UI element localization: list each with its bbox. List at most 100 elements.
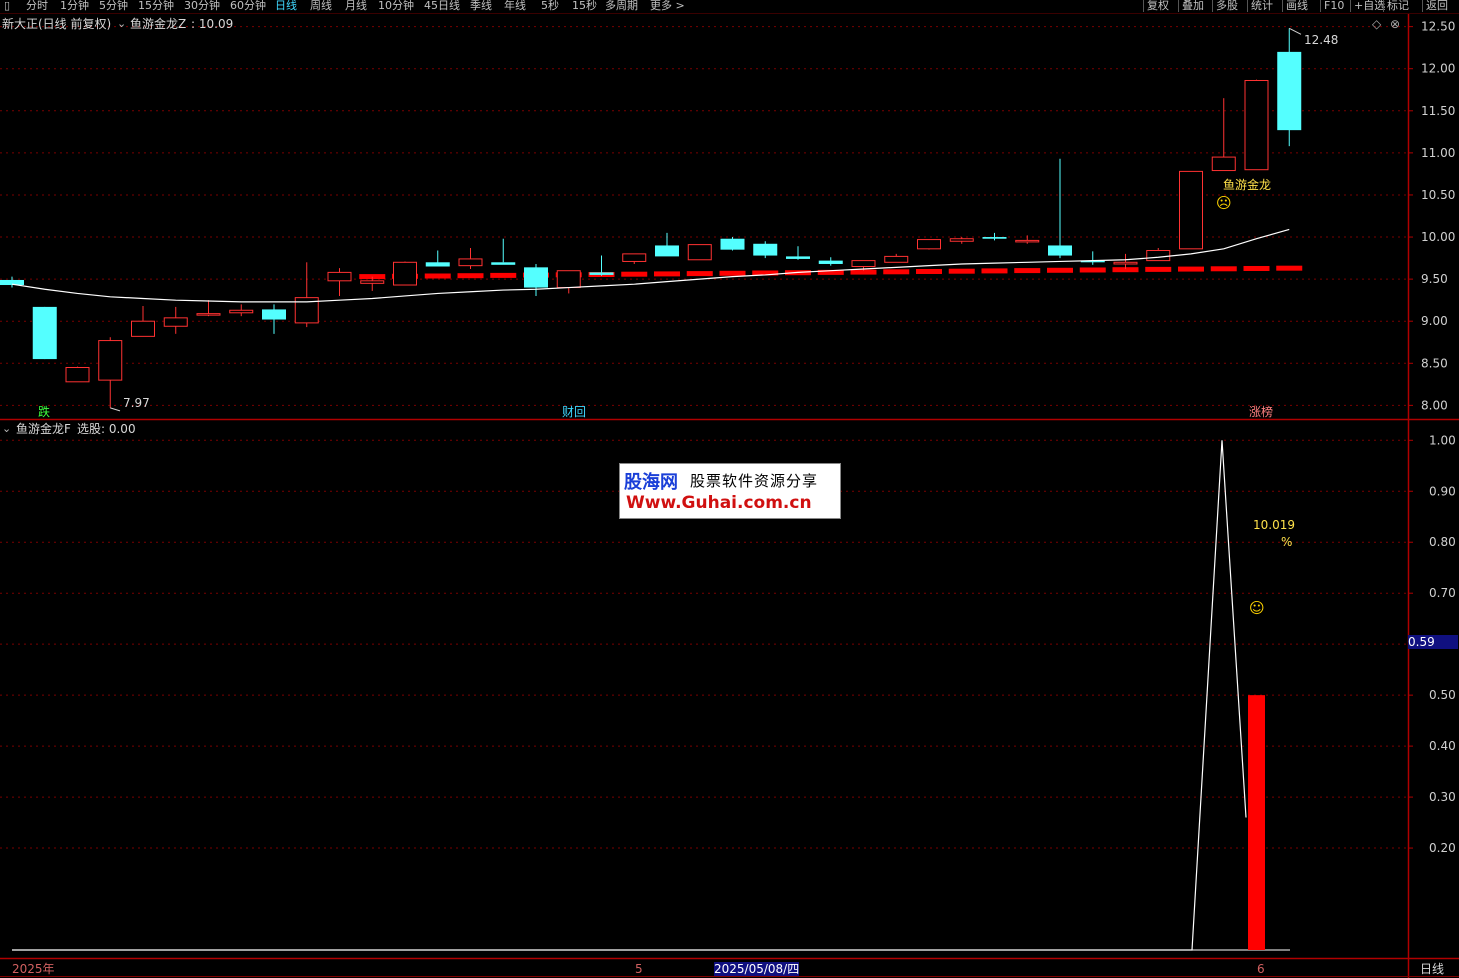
- support-segment-31: [1014, 268, 1041, 274]
- chevron-down-icon[interactable]: ⌄: [117, 17, 126, 31]
- candle-body-10: [327, 271, 352, 282]
- candle-body-4: [131, 320, 155, 337]
- y-tick-label-main-9: 12.50: [1421, 20, 1455, 34]
- candle-body-24: [786, 256, 810, 259]
- candle-body-7: [229, 309, 254, 314]
- candle-body-16: [524, 267, 548, 288]
- signal-bar: [1248, 695, 1265, 950]
- indicator-value: : 10.09: [191, 17, 234, 31]
- y-tick-label-main-4: 10.00: [1421, 230, 1455, 244]
- candle-body-36: [1179, 170, 1203, 250]
- watermark-url: Www.Guhai.com.cn: [626, 493, 812, 513]
- y-tick-label-main-6: 11.00: [1421, 146, 1455, 160]
- y-tick-label-main-3: 9.50: [1421, 272, 1448, 286]
- candle-body-18: [589, 272, 614, 275]
- y-tick-label-sub-3: 0.50: [1429, 688, 1456, 702]
- candle-body-29: [949, 238, 974, 242]
- candle-body-26: [851, 260, 876, 268]
- y-tick-label-sub-2: 0.40: [1429, 739, 1456, 753]
- candle-body-23: [753, 243, 778, 256]
- watermark-slogan: 股票软件资源分享: [690, 472, 819, 490]
- support-segment-33: [1079, 267, 1106, 273]
- candle-body-30: [982, 237, 1007, 239]
- low-price-label: 7.97: [123, 396, 150, 410]
- support-segment-13: [424, 273, 451, 279]
- cursor-value-tag: 0.59: [1408, 635, 1458, 649]
- support-segment-29: [948, 268, 975, 274]
- smiley-icon: ☹: [1216, 194, 1232, 212]
- candle-body-11: [360, 280, 385, 284]
- support-segment-28: [916, 268, 942, 274]
- candle-body-21: [687, 244, 712, 261]
- support-segment-38: [1243, 265, 1270, 271]
- ma-line: [11, 228, 1290, 303]
- y-tick-label-main-7: 11.50: [1421, 104, 1455, 118]
- support-segment-27: [883, 269, 910, 275]
- indicator-name: 鱼游金龙Z: [130, 17, 187, 31]
- candle-body-19: [622, 253, 647, 262]
- x-year-label: 2025年: [12, 962, 55, 976]
- marker-finance: 财回: [562, 405, 587, 419]
- signal-label: 鱼游金龙: [1223, 178, 1272, 192]
- candle-body-37: [1211, 156, 1236, 172]
- candle-body-20: [655, 245, 679, 257]
- support-segment-32: [1047, 267, 1073, 273]
- y-tick-label-main-0: 8.00: [1421, 398, 1448, 412]
- candle-body-31: [1015, 239, 1040, 243]
- y-tick-label-main-8: 12.00: [1421, 62, 1455, 76]
- candle-body-22: [720, 238, 745, 250]
- candle-body-3: [98, 340, 123, 381]
- support-segment-30: [981, 268, 1008, 274]
- x-month-june: 6: [1257, 962, 1265, 976]
- high-pointer: [1289, 27, 1302, 35]
- candle-body-5: [163, 317, 188, 327]
- sub-indicator-value: 选股: 0.00: [77, 422, 136, 436]
- high-price-label: 12.48: [1304, 33, 1339, 47]
- support-segment-20: [654, 271, 680, 277]
- support-segment-36: [1178, 266, 1204, 272]
- candle-body-34: [1113, 261, 1138, 265]
- candle-body-35: [1146, 250, 1171, 262]
- support-segment-39: [1276, 265, 1303, 271]
- support-segment-35: [1145, 266, 1172, 272]
- sub-indicator-name: 鱼游金龙F: [16, 422, 71, 436]
- y-tick-label-main-2: 9.00: [1421, 314, 1448, 328]
- candle-body-15: [491, 262, 516, 265]
- candle-body-28: [917, 239, 941, 250]
- smiley-icon: ☺: [1249, 599, 1265, 617]
- period-label: 日线: [1420, 962, 1445, 976]
- support-segment-15: [490, 272, 517, 278]
- y-tick-label-sub-6: 0.80: [1429, 535, 1456, 549]
- x-month-may: 5: [635, 962, 643, 976]
- candle-body-14: [458, 258, 483, 267]
- support-segment-22: [719, 270, 746, 276]
- candle-body-17: [556, 270, 581, 289]
- support-segment-14: [457, 273, 484, 279]
- candle-body-27: [884, 255, 909, 263]
- candle-body-2: [65, 367, 90, 383]
- chevron-down-icon[interactable]: ⌄: [2, 422, 11, 436]
- marker-rank: 涨榜: [1249, 405, 1274, 419]
- support-segment-37: [1210, 266, 1237, 272]
- candle-body-13: [425, 262, 450, 267]
- candle-body-32: [1048, 245, 1072, 256]
- y-tick-label-main-1: 8.50: [1421, 356, 1448, 370]
- candle-body-8: [262, 309, 286, 320]
- y-tick-label-sub-8: 1.00: [1429, 433, 1456, 447]
- diamond-icon[interactable]: ◇: [1372, 17, 1381, 31]
- x-cursor-date: 2025/05/08/四: [714, 962, 800, 976]
- support-segment-21: [686, 271, 713, 277]
- close-icon[interactable]: ⊗: [1390, 17, 1400, 31]
- y-tick-label-sub-0: 0.20: [1429, 841, 1456, 855]
- candle-body-6: [196, 313, 221, 316]
- low-pointer: [110, 407, 121, 412]
- candle-body-12: [393, 261, 417, 286]
- candle-body-39: [1277, 51, 1302, 131]
- support-segment-19: [621, 271, 648, 277]
- watermark-logo: 股海网: [624, 472, 678, 493]
- candle-body-25: [818, 260, 843, 264]
- marker-fall: 跌: [38, 405, 51, 419]
- y-tick-label-main-5: 10.50: [1421, 188, 1455, 202]
- candle-body-38: [1244, 79, 1269, 171]
- y-tick-label-sub-5: 0.70: [1429, 586, 1456, 600]
